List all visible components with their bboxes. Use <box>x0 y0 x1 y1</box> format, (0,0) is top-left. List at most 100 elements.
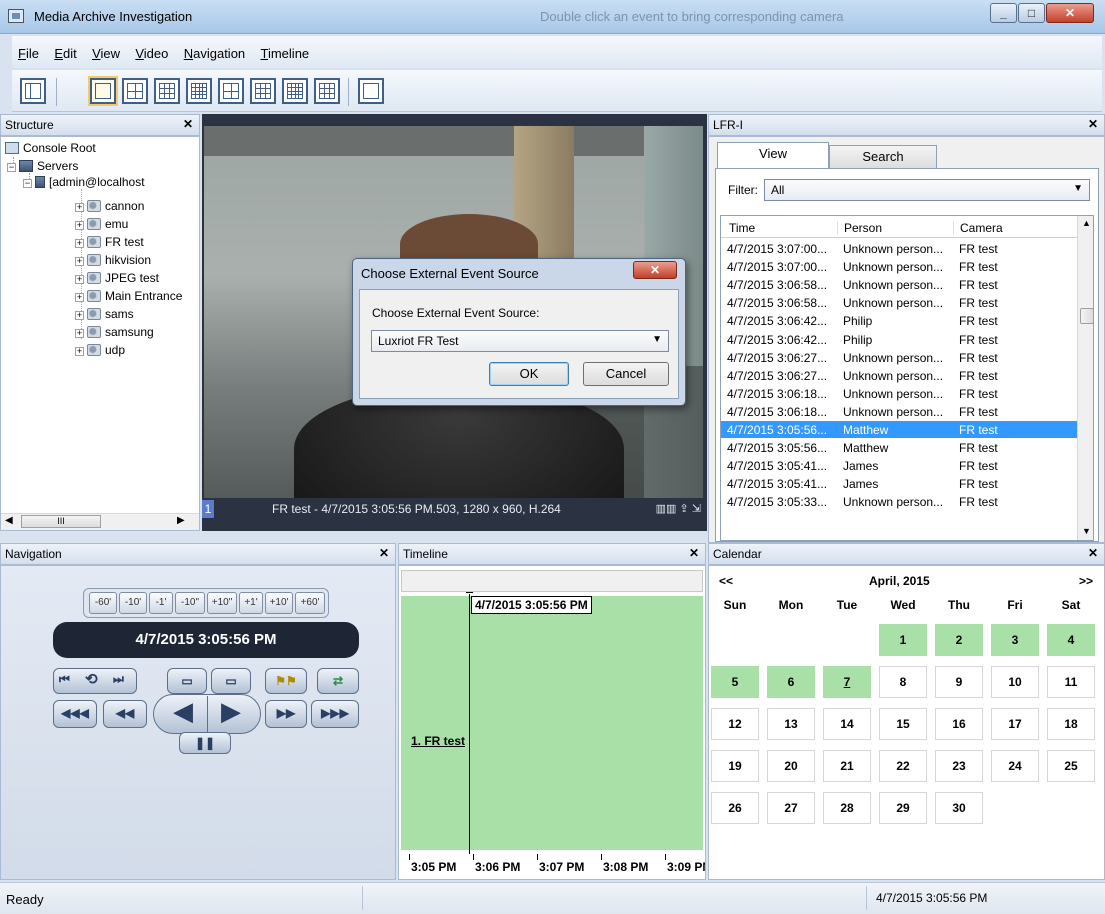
list-item[interactable]: 4/7/2015 3:06:42... Philip FR test <box>721 331 1077 348</box>
prev-frame-icon[interactable]: ⏮ <box>59 672 70 687</box>
timeline-cursor[interactable] <box>469 594 470 856</box>
repeat-icon[interactable]: ⇄ <box>317 668 359 694</box>
calendar-day[interactable]: 23 <box>935 750 983 782</box>
close-button[interactable]: ✕ <box>1046 3 1094 23</box>
list-item[interactable]: 4/7/2015 3:05:41... James FR test <box>721 457 1077 474</box>
timeline-ruler-bar[interactable] <box>401 570 703 592</box>
calendar-day[interactable]: 20 <box>767 750 815 782</box>
ok-button[interactable]: OK <box>489 362 569 386</box>
calendar-day[interactable]: 19 <box>711 750 759 782</box>
expand-icon[interactable]: + <box>75 203 84 212</box>
collapse-icon[interactable]: − <box>23 179 32 188</box>
calendar-day[interactable]: 5 <box>711 666 759 698</box>
tree-node-camera[interactable]: + sams <box>75 307 134 323</box>
scroll-thumb[interactable] <box>1080 308 1093 324</box>
calendar-day[interactable]: 11 <box>1047 666 1095 698</box>
step-minus-10m-button[interactable]: -10' <box>119 592 147 614</box>
calendar-day[interactable]: 10 <box>991 666 1039 698</box>
scroll-left-icon[interactable]: ◀ <box>5 515 13 526</box>
list-item[interactable]: 4/7/2015 3:07:00... Unknown person... FR t… <box>721 258 1077 275</box>
calendar-day[interactable]: 8 <box>879 666 927 698</box>
layout-1plus5-icon[interactable] <box>250 78 276 104</box>
next-event-icon[interactable]: ▭ <box>211 668 251 694</box>
step-minus-60m-button[interactable]: -60' <box>89 592 117 614</box>
calendar-day[interactable]: 27 <box>767 792 815 824</box>
column-person[interactable]: Person <box>837 221 882 235</box>
expand-icon[interactable]: + <box>75 311 84 320</box>
calendar-day[interactable]: 15 <box>879 708 927 740</box>
menu-timeline[interactable]: Timeline <box>255 36 316 61</box>
tree-node-root[interactable]: Console Root <box>5 141 96 157</box>
tree-node-camera[interactable]: + cannon <box>75 199 144 215</box>
horizontal-scrollbar[interactable]: ◀ III ▶ <box>1 513 199 530</box>
expand-icon[interactable]: + <box>75 257 84 266</box>
calendar-day[interactable]: 17 <box>991 708 1039 740</box>
layout-1plus3-icon[interactable] <box>218 78 244 104</box>
calendar-day[interactable]: 18 <box>1047 708 1095 740</box>
column-time[interactable]: Time <box>729 221 755 235</box>
calendar-day[interactable]: 29 <box>879 792 927 824</box>
timeline-track[interactable] <box>401 596 703 850</box>
prev-month-button[interactable]: << <box>719 574 733 588</box>
layout-1x1-icon[interactable] <box>90 78 116 104</box>
step-plus-1m-button[interactable]: +1' <box>239 592 263 614</box>
scroll-up-icon[interactable]: ▲ <box>1082 218 1091 228</box>
timeline-track-label[interactable]: 1. FR test <box>411 734 465 748</box>
vertical-scrollbar[interactable]: ▲ ▼ <box>1077 216 1093 540</box>
collapse-icon[interactable]: − <box>7 163 16 172</box>
calendar-day[interactable]: 16 <box>935 708 983 740</box>
tree-toggle-icon[interactable] <box>20 78 46 104</box>
calendar-day[interactable]: 4 <box>1047 624 1095 656</box>
scroll-thumb[interactable]: III <box>21 515 101 528</box>
tree-node-camera[interactable]: + FR test <box>75 235 144 251</box>
pause-icon[interactable]: ❚❚ <box>179 732 231 754</box>
list-item[interactable]: 4/7/2015 3:05:41... James FR test <box>721 475 1077 492</box>
tree-node-camera[interactable]: + hikvision <box>75 253 151 269</box>
list-item[interactable]: 4/7/2015 3:06:27... Unknown person... FR t… <box>721 367 1077 384</box>
play-reverse-icon[interactable]: ◀ <box>173 696 193 727</box>
video-controls-icon[interactable]: ▥▥ ⇪ ⇲ <box>656 502 701 515</box>
scroll-down-icon[interactable]: ▼ <box>1082 526 1091 536</box>
list-item[interactable]: 4/7/2015 3:06:58... Unknown person... FR t… <box>721 294 1077 311</box>
tree-node-servers[interactable]: − Servers <box>7 159 78 175</box>
menu-file[interactable]: File <box>12 36 45 61</box>
maximize-button[interactable]: □ <box>1018 3 1045 23</box>
tab-search[interactable]: Search <box>829 145 937 169</box>
filter-select[interactable]: All ▼ <box>764 179 1090 201</box>
expand-icon[interactable]: + <box>75 293 84 302</box>
layout-3x3-icon[interactable] <box>154 78 180 104</box>
calendar-day[interactable]: 21 <box>823 750 871 782</box>
tree-node-camera[interactable]: + samsung <box>75 325 154 341</box>
step-minus-1m-button[interactable]: -1' <box>149 592 173 614</box>
fast-forward-icon[interactable]: ▶▶ <box>265 700 307 728</box>
tab-view[interactable]: View <box>717 142 829 169</box>
list-item[interactable]: 4/7/2015 3:05:56... Matthew FR test <box>721 439 1077 456</box>
tree-node-camera[interactable]: + Main Entrance <box>75 289 182 305</box>
list-item[interactable]: 4/7/2015 3:05:56... Matthew FR test <box>721 421 1077 438</box>
calendar-day[interactable]: 12 <box>711 708 759 740</box>
dialog-close-button[interactable]: ✕ <box>633 261 677 279</box>
tree-node-camera[interactable]: + JPEG test <box>75 271 159 287</box>
list-item[interactable]: 4/7/2015 3:05:33... Unknown person... FR t… <box>721 493 1077 510</box>
calendar-day[interactable]: 24 <box>991 750 1039 782</box>
calendar-day[interactable]: 7 <box>823 666 871 698</box>
tree-node-camera[interactable]: + udp <box>75 343 125 359</box>
calendar-day[interactable]: 3 <box>991 624 1039 656</box>
list-item[interactable]: 4/7/2015 3:06:42... Philip FR test <box>721 312 1077 329</box>
rewind-icon[interactable]: ◀◀ <box>103 700 147 728</box>
expand-icon[interactable]: + <box>75 347 84 356</box>
calendar-day[interactable]: 1 <box>879 624 927 656</box>
event-source-select[interactable]: Luxriot FR Test ▼ <box>371 330 669 352</box>
menu-view[interactable]: View <box>86 36 126 61</box>
menu-video[interactable]: Video <box>129 36 174 61</box>
fastest-forward-icon[interactable]: ▶▶▶ <box>311 700 359 728</box>
calendar-day[interactable]: 28 <box>823 792 871 824</box>
calendar-day[interactable]: 26 <box>711 792 759 824</box>
close-icon[interactable]: ✕ <box>689 546 699 560</box>
list-item[interactable]: 4/7/2015 3:07:00... Unknown person... FR t… <box>721 240 1077 257</box>
calendar-day[interactable]: 14 <box>823 708 871 740</box>
step-minus-10s-button[interactable]: -10" <box>175 592 205 614</box>
next-frame-icon[interactable]: ⏭ <box>113 672 124 687</box>
layout-1plus12-icon[interactable] <box>314 78 340 104</box>
tree-node-server[interactable]: − [admin@localhost <box>23 175 145 191</box>
